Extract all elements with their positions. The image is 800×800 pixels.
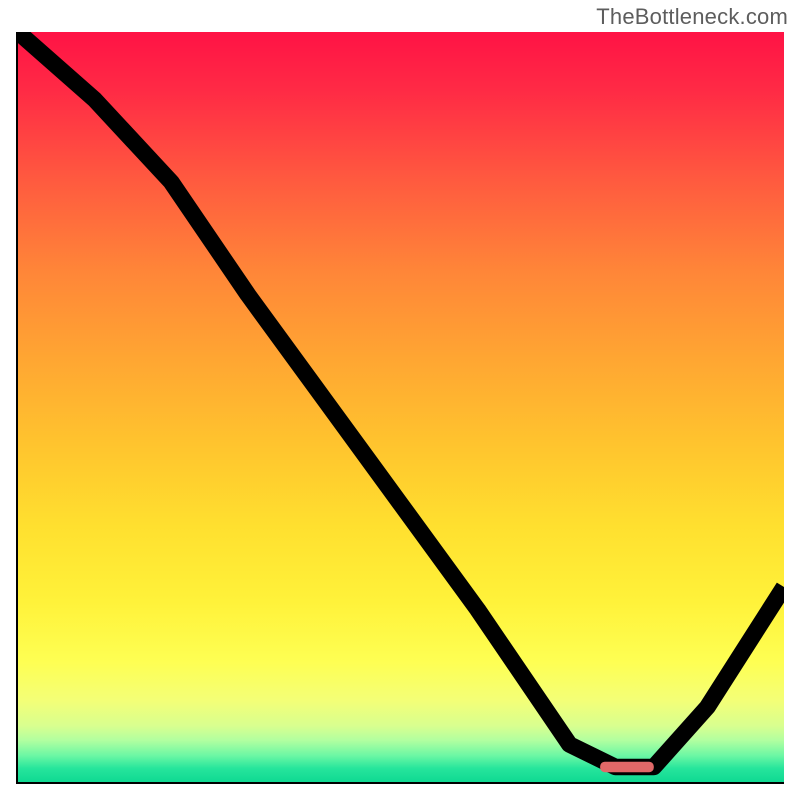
data-curve: [18, 32, 784, 767]
optimum-marker: [600, 762, 654, 773]
chart-svg: [18, 32, 784, 782]
watermark-label: TheBottleneck.com: [596, 4, 788, 30]
plot-area: [16, 32, 784, 784]
chart-container: TheBottleneck.com: [0, 0, 800, 800]
